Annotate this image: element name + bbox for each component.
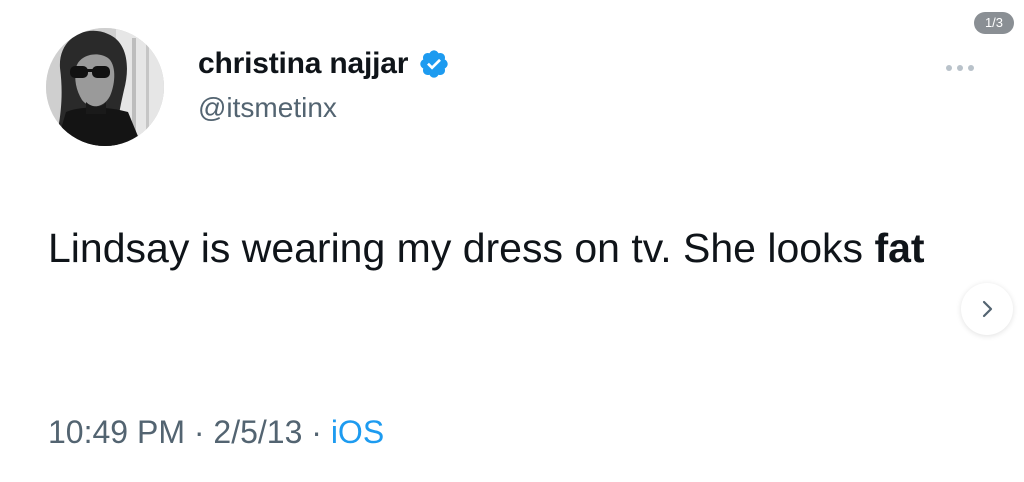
chevron-right-icon <box>982 300 993 318</box>
tweet-text-regular: Lindsay is wearing my dress on tv. She l… <box>48 225 875 271</box>
display-name[interactable]: christina najjar <box>198 47 408 81</box>
tweet-text-bold: fat <box>874 225 925 271</box>
more-dot-icon <box>946 65 952 71</box>
page-counter-badge: 1/3 <box>974 12 1014 34</box>
meta-separator: · <box>302 414 331 450</box>
name-row: christina najjar <box>198 42 450 86</box>
more-dot-icon <box>957 65 963 71</box>
tweet-text: Lindsay is wearing my dress on tv. She l… <box>48 218 978 278</box>
user-handle[interactable]: @itsmetinx <box>198 92 450 124</box>
meta-separator: · <box>184 414 214 450</box>
avatar[interactable] <box>46 28 164 146</box>
user-info: christina najjar @itsmetinx <box>198 42 450 124</box>
tweet-time[interactable]: 10:49 PM <box>48 414 185 450</box>
more-options-button[interactable] <box>938 58 982 78</box>
more-dot-icon <box>968 65 974 71</box>
tweet-date[interactable]: 2/5/13 <box>213 414 302 450</box>
verified-badge-icon <box>418 48 450 80</box>
tweet-card: 1/3 christina najjar @itsmetinx Lindsay … <box>0 0 1024 482</box>
next-slide-button[interactable] <box>961 283 1013 335</box>
tweet-meta: 10:49 PM · 2/5/13 · iOS <box>48 414 384 451</box>
tweet-source-link[interactable]: iOS <box>331 414 384 450</box>
avatar-photo <box>46 28 164 146</box>
